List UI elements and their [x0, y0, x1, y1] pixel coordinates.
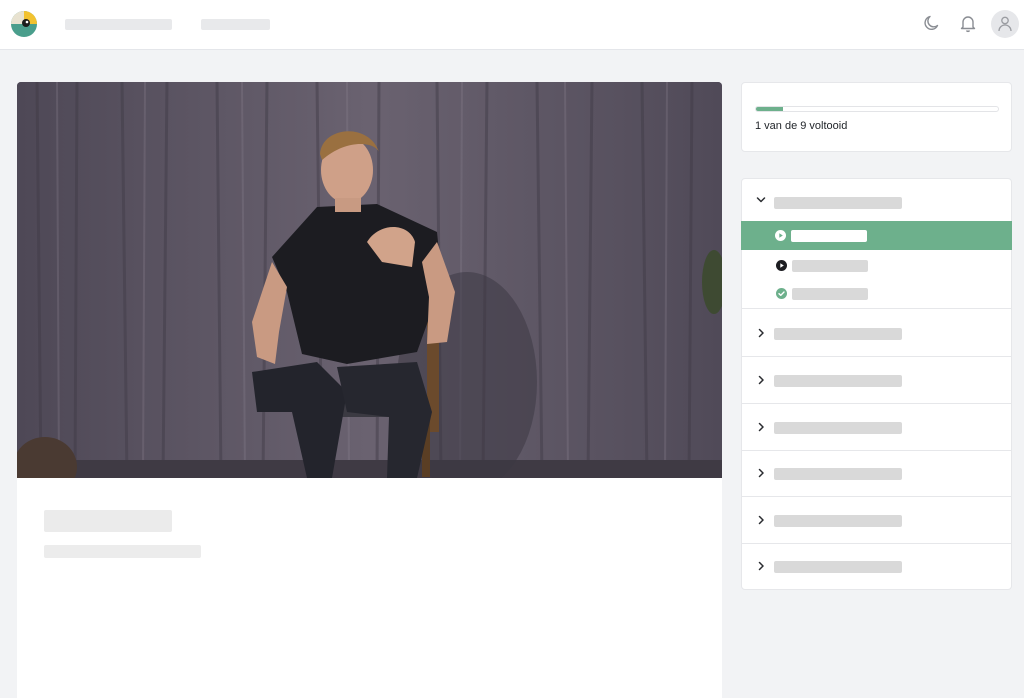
lesson-title-placeholder [792, 260, 868, 272]
chevron-down-icon [756, 197, 766, 203]
chapter-header-3[interactable] [742, 357, 1011, 404]
chapter-header-4[interactable] [742, 404, 1011, 451]
chapter-list [741, 178, 1012, 590]
chapter-header-2[interactable] [742, 310, 1011, 357]
play-circle-icon [776, 260, 787, 271]
nav-placeholder-1[interactable] [65, 19, 172, 30]
chapter-title-placeholder [774, 515, 902, 527]
lesson-title-placeholder [791, 230, 867, 242]
chapter-title-placeholder [774, 375, 902, 387]
progress-bar [755, 106, 999, 112]
chevron-right-icon [758, 422, 764, 432]
play-circle-icon [775, 230, 786, 241]
chapter-title-placeholder [774, 561, 902, 573]
user-icon [998, 16, 1012, 32]
chapter-title-placeholder [774, 328, 902, 340]
chevron-right-icon [758, 561, 764, 571]
chapter-title-placeholder [774, 197, 902, 209]
bell-icon[interactable] [958, 13, 978, 33]
progress-label: 1 van de 9 voltooid [755, 120, 848, 132]
lesson-content [17, 82, 722, 698]
chevron-right-icon [758, 515, 764, 525]
chapter-header-1[interactable] [742, 179, 1011, 221]
moon-icon[interactable] [922, 13, 942, 33]
progress-bar-fill [756, 107, 783, 111]
chapter-header-6[interactable] [742, 497, 1011, 544]
top-bar [0, 0, 1024, 50]
avatar[interactable] [991, 10, 1019, 38]
chapter-title-placeholder [774, 468, 902, 480]
video-player[interactable] [17, 82, 722, 478]
lesson-item-active[interactable] [741, 221, 1012, 250]
chapter-title-placeholder [774, 422, 902, 434]
chapter-header-7[interactable] [742, 543, 1011, 590]
check-circle-icon [776, 288, 787, 299]
video-frame [17, 82, 722, 478]
lesson-subtitle-placeholder [44, 545, 201, 558]
lesson-item[interactable] [742, 251, 1013, 280]
lesson-title-placeholder [792, 288, 868, 300]
chevron-right-icon [758, 468, 764, 478]
nav-placeholder-2[interactable] [201, 19, 270, 30]
chevron-right-icon [758, 328, 764, 338]
lesson-item[interactable] [742, 279, 1013, 308]
course-progress-card: 1 van de 9 voltooid [741, 82, 1012, 152]
chevron-right-icon [758, 375, 764, 385]
brand-logo-icon[interactable] [10, 10, 38, 38]
chapter-header-5[interactable] [742, 450, 1011, 497]
lesson-title-placeholder [44, 510, 172, 532]
chapter-expanded [741, 179, 1013, 309]
